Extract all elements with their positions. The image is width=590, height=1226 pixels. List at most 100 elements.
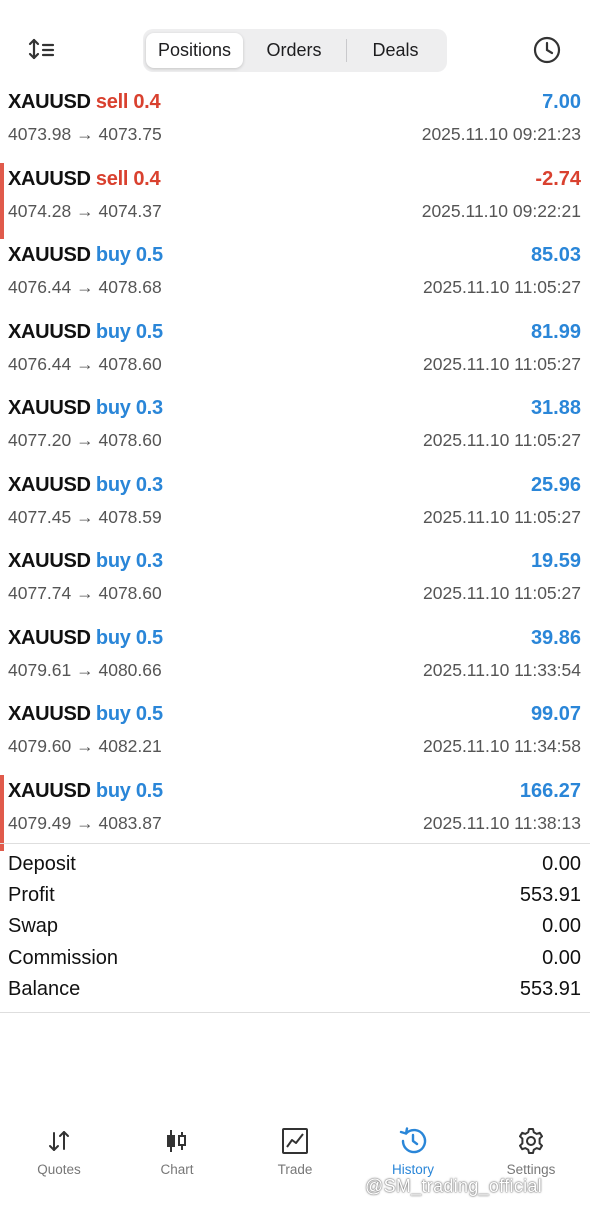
summary-value: 0.00 <box>542 915 581 938</box>
summary-bottom-divider <box>0 1012 590 1013</box>
row-marker <box>0 774 4 851</box>
summary-row-commission: Commission 0.00 <box>0 944 590 975</box>
summary-row-deposit: Deposit 0.00 <box>0 850 590 881</box>
summary-row-balance: Balance 553.91 <box>0 975 590 1006</box>
deal-volume: 0.4 <box>133 91 161 113</box>
deal-side: buy <box>95 473 131 496</box>
summary-label: Swap <box>8 915 59 938</box>
deal-row[interactable]: XAUUSD buy 0.3 4077.45 → 4078.59 25.96 2… <box>0 469 590 546</box>
summary-top-divider <box>0 843 590 844</box>
deal-side: sell <box>95 91 129 113</box>
nav-label: Settings <box>506 1162 556 1177</box>
deal-prices: 4077.74 → 4078.60 <box>8 583 162 603</box>
deal-time: 2025.11.10 11:05:27 <box>423 506 581 527</box>
deal-symbol: XAUUSD <box>8 550 91 572</box>
deal-prices: 4079.60 → 4082.21 <box>8 736 162 756</box>
deal-symbol: XAUUSD <box>8 703 91 725</box>
deal-row[interactable]: XAUUSD buy 0.3 4077.20 → 4078.60 31.88 2… <box>0 392 590 469</box>
deal-row[interactable]: XAUUSD buy 0.5 4079.61 → 4080.66 39.86 2… <box>0 622 590 699</box>
deal-profit: 7.00 <box>542 91 581 113</box>
deal-side: sell <box>95 167 129 190</box>
deal-row[interactable]: XAUUSD buy 0.5 4076.44 → 4078.60 81.99 2… <box>0 316 590 393</box>
deal-time: 2025.11.10 09:21:23 <box>421 124 581 144</box>
tab-deals[interactable]: Deals <box>347 33 444 68</box>
account-summary: Deposit 0.00 Profit 553.91 Swap 0.00 Com… <box>0 850 590 1006</box>
deal-symbol: XAUUSD <box>8 244 91 266</box>
trade-icon <box>280 1126 310 1156</box>
summary-row-profit: Profit 553.91 <box>0 881 590 912</box>
deal-prices: 4074.28 → 4074.37 <box>8 200 162 221</box>
deal-time: 2025.11.10 11:33:54 <box>423 659 581 680</box>
deal-time: 2025.11.10 11:05:27 <box>423 430 581 450</box>
deal-volume: 0.3 <box>135 550 163 572</box>
summary-label: Profit <box>8 884 55 907</box>
deal-row[interactable]: XAUUSD buy 0.5 4076.44 → 4078.68 85.03 2… <box>0 239 590 316</box>
summary-label: Balance <box>8 977 81 1000</box>
deal-row[interactable]: XAUUSD buy 0.3 4077.74 → 4078.60 19.59 2… <box>0 545 590 622</box>
quotes-icon <box>44 1126 74 1156</box>
deal-profit: 85.03 <box>530 244 581 266</box>
deal-volume: 0.3 <box>135 473 163 496</box>
nav-label: Chart <box>160 1162 194 1177</box>
tab-orders[interactable]: Orders <box>244 33 344 68</box>
tab-positions[interactable]: Positions <box>146 33 243 68</box>
deal-prices: 4077.45 → 4078.59 <box>8 506 162 527</box>
sort-icon[interactable] <box>28 36 58 64</box>
deal-time: 2025.11.10 11:05:27 <box>423 583 581 603</box>
nav-label: Trade <box>277 1162 313 1177</box>
chart-icon <box>162 1126 192 1156</box>
deal-time: 2025.11.10 09:22:21 <box>421 200 581 221</box>
deal-prices: 4079.61 → 4080.66 <box>8 659 162 680</box>
deal-side: buy <box>95 703 131 725</box>
summary-value: 0.00 <box>542 946 581 969</box>
deal-row[interactable]: XAUUSD buy 0.5 4079.49 → 4083.87 166.27 … <box>0 774 590 852</box>
deal-prices: 4076.44 → 4078.60 <box>8 353 162 374</box>
deal-side: buy <box>95 397 131 419</box>
deal-profit: 31.88 <box>530 397 581 419</box>
nav-trade[interactable]: Trade <box>236 1118 354 1188</box>
history-icon <box>398 1126 428 1156</box>
deal-volume: 0.5 <box>135 703 163 725</box>
deal-profit: 25.96 <box>530 473 581 496</box>
deal-time: 2025.11.10 11:38:13 <box>423 812 581 833</box>
deal-prices: 4073.98 → 4073.75 <box>8 124 162 144</box>
row-marker <box>0 162 4 239</box>
deal-side: buy <box>95 320 131 343</box>
deals-list: XAUUSD sell 0.4 4073.98 → 4073.75 7.00 2… <box>0 86 590 851</box>
nav-label: History <box>391 1162 434 1177</box>
deal-row[interactable]: XAUUSD sell 0.4 4074.28 → 4074.37 -2.74 … <box>0 162 590 240</box>
deal-row[interactable]: XAUUSD buy 0.5 4079.60 → 4082.21 99.07 2… <box>0 698 590 775</box>
summary-value: 0.00 <box>542 853 581 875</box>
deal-symbol: XAUUSD <box>8 167 91 190</box>
deal-row[interactable]: XAUUSD sell 0.4 4073.98 → 4073.75 7.00 2… <box>0 86 590 163</box>
nav-chart[interactable]: Chart <box>118 1118 236 1188</box>
settings-icon <box>516 1126 546 1156</box>
deal-side: buy <box>95 626 131 649</box>
summary-row-swap: Swap 0.00 <box>0 912 590 943</box>
deal-profit: -2.74 <box>535 167 581 190</box>
deal-time: 2025.11.10 11:34:58 <box>423 736 581 756</box>
deal-time: 2025.11.10 11:05:27 <box>423 277 581 297</box>
deal-symbol: XAUUSD <box>8 473 91 496</box>
deal-volume: 0.3 <box>135 397 163 419</box>
deal-volume: 0.5 <box>135 244 163 266</box>
deal-prices: 4077.20 → 4078.60 <box>8 430 162 450</box>
top-bar: Positions Orders Deals <box>0 0 590 86</box>
deal-prices: 4076.44 → 4078.68 <box>8 277 162 297</box>
deal-volume: 0.4 <box>133 167 161 190</box>
deal-profit: 99.07 <box>530 703 581 725</box>
deal-prices: 4079.49 → 4083.87 <box>8 812 162 833</box>
summary-value: 553.91 <box>519 977 581 1000</box>
nav-label: Quotes <box>37 1162 81 1177</box>
deal-symbol: XAUUSD <box>8 626 91 649</box>
summary-label: Commission <box>8 946 119 969</box>
summary-value: 553.91 <box>519 884 581 907</box>
deal-side: buy <box>95 550 131 572</box>
deal-profit: 19.59 <box>530 550 581 572</box>
deal-volume: 0.5 <box>135 320 163 343</box>
watermark-text: @SM_trading_official <box>365 1176 543 1196</box>
nav-quotes[interactable]: Quotes <box>0 1118 118 1188</box>
deal-profit: 166.27 <box>519 779 581 802</box>
deal-profit: 39.86 <box>530 626 581 649</box>
clock-icon[interactable] <box>532 35 562 65</box>
